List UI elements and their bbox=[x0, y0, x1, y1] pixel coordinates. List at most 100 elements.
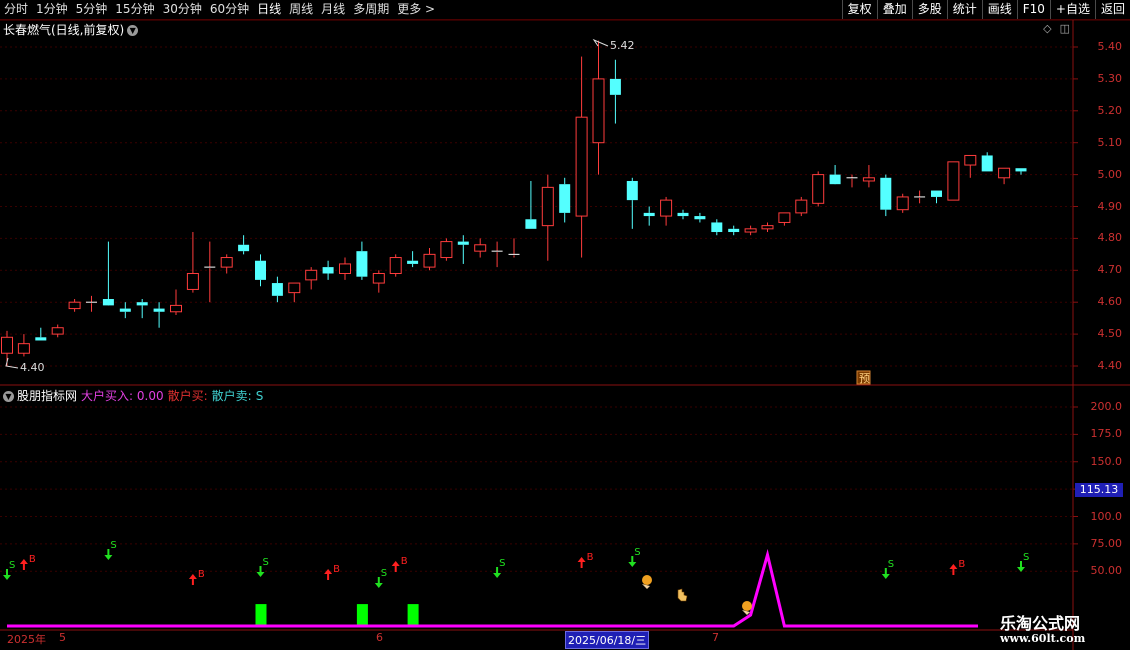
sell-signal-label: S bbox=[381, 568, 387, 579]
candle bbox=[677, 209, 689, 220]
candle-body-up bbox=[305, 269, 318, 281]
toolbar-button-0[interactable]: 复权 bbox=[841, 0, 877, 19]
chevron-down-icon[interactable]: ▼ bbox=[127, 25, 139, 36]
candle bbox=[186, 232, 199, 293]
candle bbox=[255, 254, 266, 287]
sell-signal-label: S bbox=[9, 560, 15, 571]
indicator-item-big-buy: 大户买入: 0.00 bbox=[81, 389, 164, 403]
candle-body-up bbox=[592, 78, 605, 144]
arrow-up-icon bbox=[577, 557, 586, 568]
toolbar-button-4[interactable]: 画线 bbox=[981, 0, 1017, 19]
tab-period-9[interactable]: 多周期 bbox=[349, 0, 393, 19]
watermark-title: 乐淘公式网 bbox=[1000, 614, 1081, 633]
candle-body-up bbox=[778, 212, 791, 223]
tab-period-0[interactable]: 分时 bbox=[0, 0, 32, 19]
candle-body-down bbox=[238, 244, 250, 252]
current-value-badge: 115.13 bbox=[1075, 483, 1123, 497]
pre-badge[interactable]: 预 bbox=[856, 370, 871, 385]
buy-signal: B bbox=[577, 552, 594, 568]
candle bbox=[981, 152, 993, 172]
candle-body-up bbox=[1, 336, 13, 354]
tab-period-10[interactable]: 更多 > bbox=[393, 0, 439, 19]
candle-body-down bbox=[457, 241, 469, 245]
toolbar-button-1[interactable]: 叠加 bbox=[876, 0, 912, 19]
candle bbox=[846, 174, 858, 188]
indicator-green-bar bbox=[255, 604, 267, 626]
candle bbox=[660, 196, 673, 226]
candle-body-up bbox=[575, 116, 588, 217]
x-label-year: 2025年 bbox=[7, 633, 46, 646]
candle-body-up bbox=[389, 257, 402, 274]
candle bbox=[86, 295, 97, 312]
candle bbox=[711, 219, 723, 236]
tab-period-3[interactable]: 15分钟 bbox=[111, 0, 158, 19]
candle bbox=[339, 257, 351, 280]
sell-signal: S bbox=[1017, 552, 1029, 572]
buy-signal-label: B bbox=[401, 556, 408, 567]
candle bbox=[508, 238, 520, 258]
candle bbox=[305, 267, 318, 290]
sell-signal-label: S bbox=[634, 547, 640, 558]
toolbar-button-5[interactable]: F10 bbox=[1016, 0, 1050, 19]
price-tick-label: 4.40 bbox=[1097, 359, 1123, 372]
candle bbox=[541, 174, 554, 261]
candle-body-up bbox=[220, 257, 233, 268]
tab-period-1[interactable]: 1分钟 bbox=[32, 0, 72, 19]
tab-period-7[interactable]: 周线 bbox=[285, 0, 317, 19]
tab-period-6[interactable]: 日线 bbox=[253, 0, 285, 19]
kline-chart-area[interactable]: B B B B B B S S S S S S S S 5.42 4.40 预 bbox=[0, 0, 1130, 650]
chevron-down-icon[interactable]: ▼ bbox=[3, 391, 14, 402]
candle-body-up bbox=[17, 343, 30, 354]
candle-body-up bbox=[896, 196, 909, 211]
sell-signal: S bbox=[374, 568, 387, 588]
arrow-down-icon bbox=[374, 577, 383, 588]
candle bbox=[17, 334, 30, 357]
toolbar-button-7[interactable]: 返回 bbox=[1094, 0, 1130, 19]
candle bbox=[51, 324, 64, 338]
indicator-name[interactable]: 股朋指标网 bbox=[17, 389, 77, 403]
arrow-down-icon bbox=[881, 568, 890, 579]
candle-body-down bbox=[981, 155, 993, 172]
price-tick-label: 5.30 bbox=[1097, 71, 1123, 85]
buy-signal-label: B bbox=[587, 552, 594, 563]
price-tick-label: 4.50 bbox=[1097, 327, 1123, 341]
buy-signal-label: B bbox=[29, 554, 36, 565]
buy-signal: B bbox=[949, 559, 965, 575]
tab-period-8[interactable]: 月线 bbox=[317, 0, 349, 19]
x-label-may: 5 bbox=[59, 631, 66, 644]
sell-signal: S bbox=[256, 557, 269, 577]
toolbar-button-6[interactable]: +自选 bbox=[1049, 0, 1095, 19]
tab-period-4[interactable]: 30分钟 bbox=[159, 0, 206, 19]
high-label: 5.42 bbox=[610, 39, 635, 52]
candle-body-down bbox=[880, 177, 892, 210]
candle-body-down bbox=[271, 283, 283, 296]
candle-body-down bbox=[407, 260, 419, 264]
arrow-down-icon bbox=[493, 567, 502, 578]
candle bbox=[271, 276, 283, 303]
candle bbox=[575, 56, 588, 258]
candle-body-up bbox=[998, 167, 1011, 179]
window-toggle-icon[interactable]: ◫ bbox=[1060, 22, 1070, 35]
sell-signal-label: S bbox=[499, 558, 505, 569]
diamond-icon[interactable]: ◇ bbox=[1043, 22, 1051, 35]
chart-title[interactable]: 长春燃气(日线,前复权) ▼ bbox=[3, 21, 139, 38]
candle-body-down bbox=[35, 337, 47, 341]
toolbar-actions: 复权 叠加 多股 统计 画线 F10 +自选 返回 bbox=[841, 0, 1130, 19]
candle bbox=[626, 177, 638, 229]
hand-icon-orange-2 bbox=[742, 601, 752, 615]
tab-period-2[interactable]: 5分钟 bbox=[72, 0, 112, 19]
toolbar-button-3[interactable]: 统计 bbox=[946, 0, 982, 19]
candle bbox=[474, 238, 487, 258]
signal-layer: B B B B B B S S S S S S S S bbox=[3, 540, 1029, 588]
price-tick-label: 4.60 bbox=[1097, 295, 1123, 309]
sell-signal-label: S bbox=[1023, 552, 1029, 563]
candle-body-down bbox=[694, 216, 706, 220]
tab-period-5[interactable]: 60分钟 bbox=[206, 0, 253, 19]
buy-signal: B bbox=[188, 569, 205, 585]
candle-body-down bbox=[136, 302, 148, 306]
hand-cursor-icon bbox=[677, 588, 688, 602]
candle-body-up bbox=[795, 199, 808, 214]
candle-body-up bbox=[761, 225, 774, 230]
toolbar-button-2[interactable]: 多股 bbox=[911, 0, 947, 19]
price-tick-label: 5.40 bbox=[1097, 40, 1123, 53]
